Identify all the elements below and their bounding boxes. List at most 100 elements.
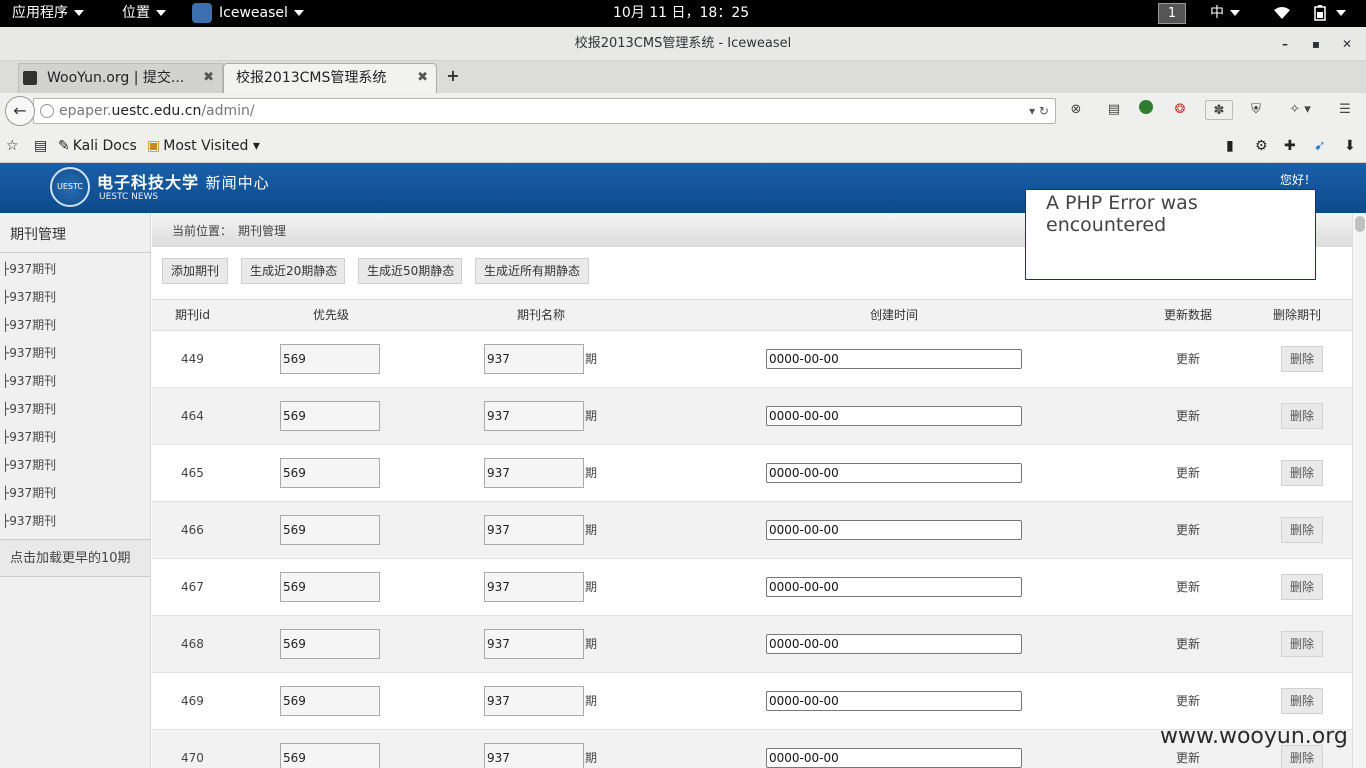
scrollbar-thumb[interactable] bbox=[1355, 216, 1365, 232]
update-link[interactable]: 更新 bbox=[1176, 331, 1200, 388]
close-tab-icon[interactable]: ✖ bbox=[203, 64, 214, 92]
update-link[interactable]: 更新 bbox=[1176, 616, 1200, 673]
breadcrumb-label: 当前位置： bbox=[172, 224, 233, 238]
reader-icon[interactable]: ▤ bbox=[1104, 100, 1124, 120]
issue-id: 465 bbox=[181, 466, 204, 480]
delete-button[interactable]: 删除 bbox=[1281, 688, 1323, 714]
back-button[interactable]: ← bbox=[5, 96, 35, 126]
star-icon[interactable]: ☆ bbox=[6, 129, 19, 163]
chevron-down-icon bbox=[1336, 10, 1347, 16]
menu-icon[interactable]: ☰ bbox=[1335, 100, 1355, 120]
issue-name-input[interactable]: 937 bbox=[484, 743, 584, 768]
app-menu[interactable]: Iceweasel bbox=[192, 0, 304, 27]
puzzle-icon[interactable]: ✚ bbox=[1284, 129, 1296, 163]
places-menu[interactable]: 位置 bbox=[122, 0, 166, 27]
tab-wooyun[interactable]: WooYun.org | 提交... ✖ bbox=[18, 63, 223, 93]
download-icon[interactable]: ⬇ bbox=[1344, 129, 1356, 163]
reload-icon[interactable]: ▾ ↻ bbox=[1029, 99, 1049, 123]
delete-button[interactable]: 删除 bbox=[1281, 460, 1323, 486]
delete-button[interactable]: 删除 bbox=[1281, 517, 1323, 543]
priority-input[interactable]: 569 bbox=[280, 572, 380, 602]
shield-icon[interactable]: ⛨ bbox=[1246, 100, 1266, 120]
greeting-text: 您好！ bbox=[1280, 173, 1317, 187]
wifi-icon[interactable] bbox=[1273, 0, 1291, 27]
bookmark-kali-docs[interactable]: ✎ Kali Docs bbox=[58, 129, 137, 163]
issue-name-input[interactable]: 937 bbox=[484, 572, 584, 602]
settings-addon-icon[interactable]: ✽ bbox=[1205, 100, 1233, 120]
issue-name-input[interactable]: 937 bbox=[484, 515, 584, 545]
sidebar-issue-item[interactable]: ├937期刊 bbox=[0, 451, 150, 479]
sidebar-issue-item[interactable]: ├937期刊 bbox=[0, 255, 150, 283]
issue-label: 937期刊 bbox=[9, 374, 57, 388]
workspace-indicator[interactable]: 1 bbox=[1158, 3, 1186, 24]
sidebar-issue-item[interactable]: ├937期刊 bbox=[0, 395, 150, 423]
sidebar-issue-item[interactable]: ├937期刊 bbox=[0, 311, 150, 339]
delete-button[interactable]: 删除 bbox=[1281, 346, 1323, 372]
generate-all-button[interactable]: 生成近所有期静态 bbox=[475, 258, 589, 284]
created-date-input[interactable]: 0000-00-00 bbox=[766, 463, 1022, 483]
priority-input[interactable]: 569 bbox=[280, 344, 380, 374]
clock[interactable]: 10月 11 日，18：25 bbox=[613, 0, 749, 27]
created-date-input[interactable]: 0000-00-00 bbox=[766, 406, 1022, 426]
tab-bar: WooYun.org | 提交... ✖ 校报2013CMS管理系统 ✖ bbox=[0, 61, 1366, 93]
issue-name-input[interactable]: 937 bbox=[484, 344, 584, 374]
pointer-addon-icon[interactable]: ➹ bbox=[1314, 129, 1326, 163]
priority-input[interactable]: 569 bbox=[280, 686, 380, 716]
tab-cms[interactable]: 校报2013CMS管理系统 ✖ bbox=[223, 63, 437, 93]
generate-50-button[interactable]: 生成近50期静态 bbox=[358, 258, 462, 284]
places-label: 位置 bbox=[122, 5, 150, 21]
update-link[interactable]: 更新 bbox=[1176, 559, 1200, 616]
maximize-button[interactable]: ▪ bbox=[1305, 33, 1327, 55]
extension-menu-icon[interactable]: ✧ ▾ bbox=[1283, 100, 1317, 120]
priority-input[interactable]: 569 bbox=[280, 458, 380, 488]
issue-name-input[interactable]: 937 bbox=[484, 686, 584, 716]
red-addon-icon[interactable]: ❂ bbox=[1170, 100, 1190, 120]
update-link[interactable]: 更新 bbox=[1176, 502, 1200, 559]
applications-menu[interactable]: 应用程序 bbox=[12, 0, 84, 27]
priority-input[interactable]: 569 bbox=[280, 629, 380, 659]
delete-button[interactable]: 删除 bbox=[1281, 574, 1323, 600]
minimize-button[interactable]: – bbox=[1274, 33, 1296, 55]
priority-input[interactable]: 569 bbox=[280, 743, 380, 768]
page-scrollbar[interactable] bbox=[1352, 213, 1366, 768]
gear-icon[interactable]: ⚙ bbox=[1255, 129, 1268, 163]
issue-name-input[interactable]: 937 bbox=[484, 401, 584, 431]
update-link[interactable]: 更新 bbox=[1176, 673, 1200, 730]
battery-icon[interactable] bbox=[1314, 0, 1347, 27]
sidebar-issue-item[interactable]: ├937期刊 bbox=[0, 423, 150, 451]
created-date-input[interactable]: 0000-00-00 bbox=[766, 349, 1022, 369]
delete-button[interactable]: 删除 bbox=[1281, 631, 1323, 657]
bookmark-most-visited[interactable]: ▣ Most Visited ▾ bbox=[147, 129, 260, 163]
generate-20-button[interactable]: 生成近20期静态 bbox=[241, 258, 345, 284]
priority-input[interactable]: 569 bbox=[280, 515, 380, 545]
header-id: 期刊id bbox=[175, 308, 210, 322]
no-script-icon[interactable]: ⊗ bbox=[1066, 100, 1086, 120]
created-date-input[interactable]: 0000-00-00 bbox=[766, 520, 1022, 540]
green-addon-icon[interactable] bbox=[1136, 100, 1156, 120]
issue-name-input[interactable]: 937 bbox=[484, 458, 584, 488]
load-more-button[interactable]: 点击加载更早的10期 bbox=[0, 539, 150, 577]
close-tab-icon[interactable]: ✖ bbox=[417, 64, 428, 92]
address-bar[interactable]: epaper.uestc.edu.cn/admin/ ▾ ↻ bbox=[33, 98, 1056, 124]
sidebar-issue-item[interactable]: ├937期刊 bbox=[0, 479, 150, 507]
created-date-input[interactable]: 0000-00-00 bbox=[766, 634, 1022, 654]
delete-button[interactable]: 删除 bbox=[1281, 403, 1323, 429]
created-date-input[interactable]: 0000-00-00 bbox=[766, 691, 1022, 711]
created-date-input[interactable]: 0000-00-00 bbox=[766, 748, 1022, 768]
update-link[interactable]: 更新 bbox=[1176, 388, 1200, 445]
close-window-button[interactable]: ✕ bbox=[1336, 33, 1358, 55]
sidebar-issue-item[interactable]: ├937期刊 bbox=[0, 367, 150, 395]
issue-label: 937期刊 bbox=[9, 262, 57, 276]
priority-input[interactable]: 569 bbox=[280, 401, 380, 431]
new-tab-button[interactable]: + bbox=[444, 62, 462, 90]
sidebar-issue-item[interactable]: ├937期刊 bbox=[0, 339, 150, 367]
page-icon[interactable]: ▮ bbox=[1226, 129, 1234, 163]
created-date-input[interactable]: 0000-00-00 bbox=[766, 577, 1022, 597]
sidebar-issue-item[interactable]: ├937期刊 bbox=[0, 283, 150, 311]
update-link[interactable]: 更新 bbox=[1176, 445, 1200, 502]
sidebar-issue-item[interactable]: ├937期刊 bbox=[0, 507, 150, 535]
add-issue-button[interactable]: 添加期刊 bbox=[162, 258, 228, 284]
issue-name-input[interactable]: 937 bbox=[484, 629, 584, 659]
bookmarks-list-icon[interactable]: ▤ bbox=[34, 129, 47, 163]
input-method-menu[interactable]: 中 bbox=[1210, 0, 1240, 27]
